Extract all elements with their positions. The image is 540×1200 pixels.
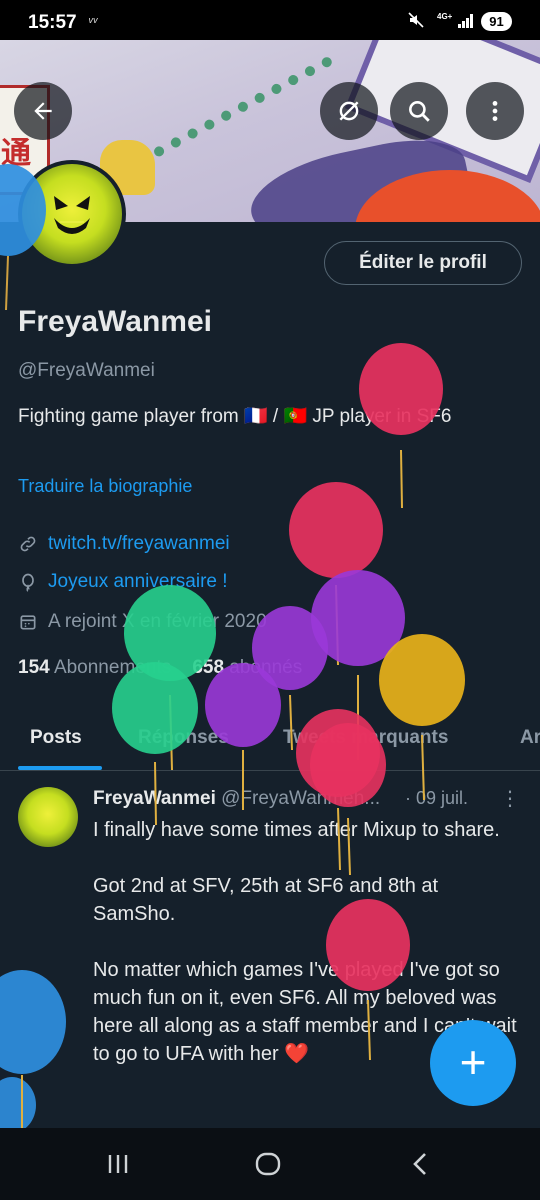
compose-button[interactable]: + <box>430 1020 516 1106</box>
birthday-row[interactable]: Joyeux anniversaire ! <box>18 569 228 595</box>
translate-bio-link[interactable]: Traduire la biographie <box>18 476 192 497</box>
joined-row: A rejoint X en février 2020 <box>18 609 267 635</box>
balloon-icon <box>22 573 34 592</box>
balloon-blue-bottom <box>0 970 66 1133</box>
recent-apps-icon <box>108 1155 128 1173</box>
avatar-image <box>22 164 122 264</box>
joined-text: A rejoint X en février 2020 <box>48 611 267 632</box>
handle: @FreyaWanmei <box>18 360 155 381</box>
followers-label: abonnés <box>229 657 303 678</box>
post-more-icon[interactable]: ⋮ <box>500 786 520 811</box>
grok-icon <box>339 101 359 121</box>
following-link[interactable]: 154 Abonnements <box>18 657 171 678</box>
home-icon <box>255 1152 281 1176</box>
avatar-face-art <box>54 196 90 234</box>
back-nav-button[interactable] <box>400 1148 440 1180</box>
bio: Fighting game player from 🇫🇷 / 🇵🇹 JP pla… <box>18 406 452 427</box>
tab-highlights[interactable]: Tweets marquants <box>283 727 448 749</box>
profile-link[interactable]: twitch.tv/freyawanmei <box>48 533 230 555</box>
link-icon <box>20 536 36 552</box>
grok-button[interactable] <box>320 82 378 140</box>
battery-indicator: 91 <box>481 12 512 31</box>
status-time: 15:57 <box>28 12 77 33</box>
back-button[interactable] <box>14 82 72 140</box>
arrow-left-icon <box>34 102 52 120</box>
recent-apps-button[interactable] <box>98 1148 138 1180</box>
tab-replies[interactable]: Réponses <box>138 727 229 749</box>
more-vertical-icon <box>492 101 498 121</box>
post-avatar[interactable] <box>18 787 78 847</box>
tab-posts[interactable]: Posts <box>30 727 82 749</box>
tab-articles[interactable]: Ar <box>520 727 540 749</box>
profile-tabs: Posts Réponses Tweets marquants Ar <box>0 713 540 771</box>
status-bar: 15:57 ᵛᵛ 4G+ 91 <box>0 0 540 40</box>
chevron-left-icon <box>413 1153 426 1175</box>
mute-icon <box>408 12 424 32</box>
home-button[interactable] <box>248 1148 288 1180</box>
search-icon <box>409 101 430 122</box>
post-author-handle[interactable]: @FreyaWanmeh... <box>221 788 380 809</box>
birthday-text[interactable]: Joyeux anniversaire ! <box>48 571 228 593</box>
balloon-red-2 <box>289 482 383 666</box>
signal-icon <box>458 14 474 28</box>
more-options-button[interactable] <box>466 82 524 140</box>
followers-link[interactable]: 658 abonnés <box>192 657 302 678</box>
profile-avatar[interactable] <box>18 160 126 268</box>
active-tab-indicator <box>18 766 102 770</box>
network-type: 4G+ <box>437 12 453 21</box>
post-date: · 09 juil. <box>405 788 469 808</box>
followers-count: 658 <box>192 657 225 678</box>
calendar-icon <box>20 615 36 630</box>
following-label: Abonnements <box>53 657 172 678</box>
edit-profile-button[interactable]: Éditer le profil <box>324 241 522 285</box>
system-nav-bar <box>0 1128 540 1200</box>
following-count: 154 <box>18 657 50 678</box>
follow-stats: 154 Abonnements 658 abonnés <box>18 657 302 679</box>
display-name: FreyaWanmei <box>18 305 212 338</box>
search-button[interactable] <box>390 82 448 140</box>
post-author-name[interactable]: FreyaWanmei <box>93 788 216 809</box>
network-activity-icon: ᵛᵛ <box>88 14 98 29</box>
profile-link-row[interactable]: twitch.tv/freyawanmei <box>18 531 230 557</box>
